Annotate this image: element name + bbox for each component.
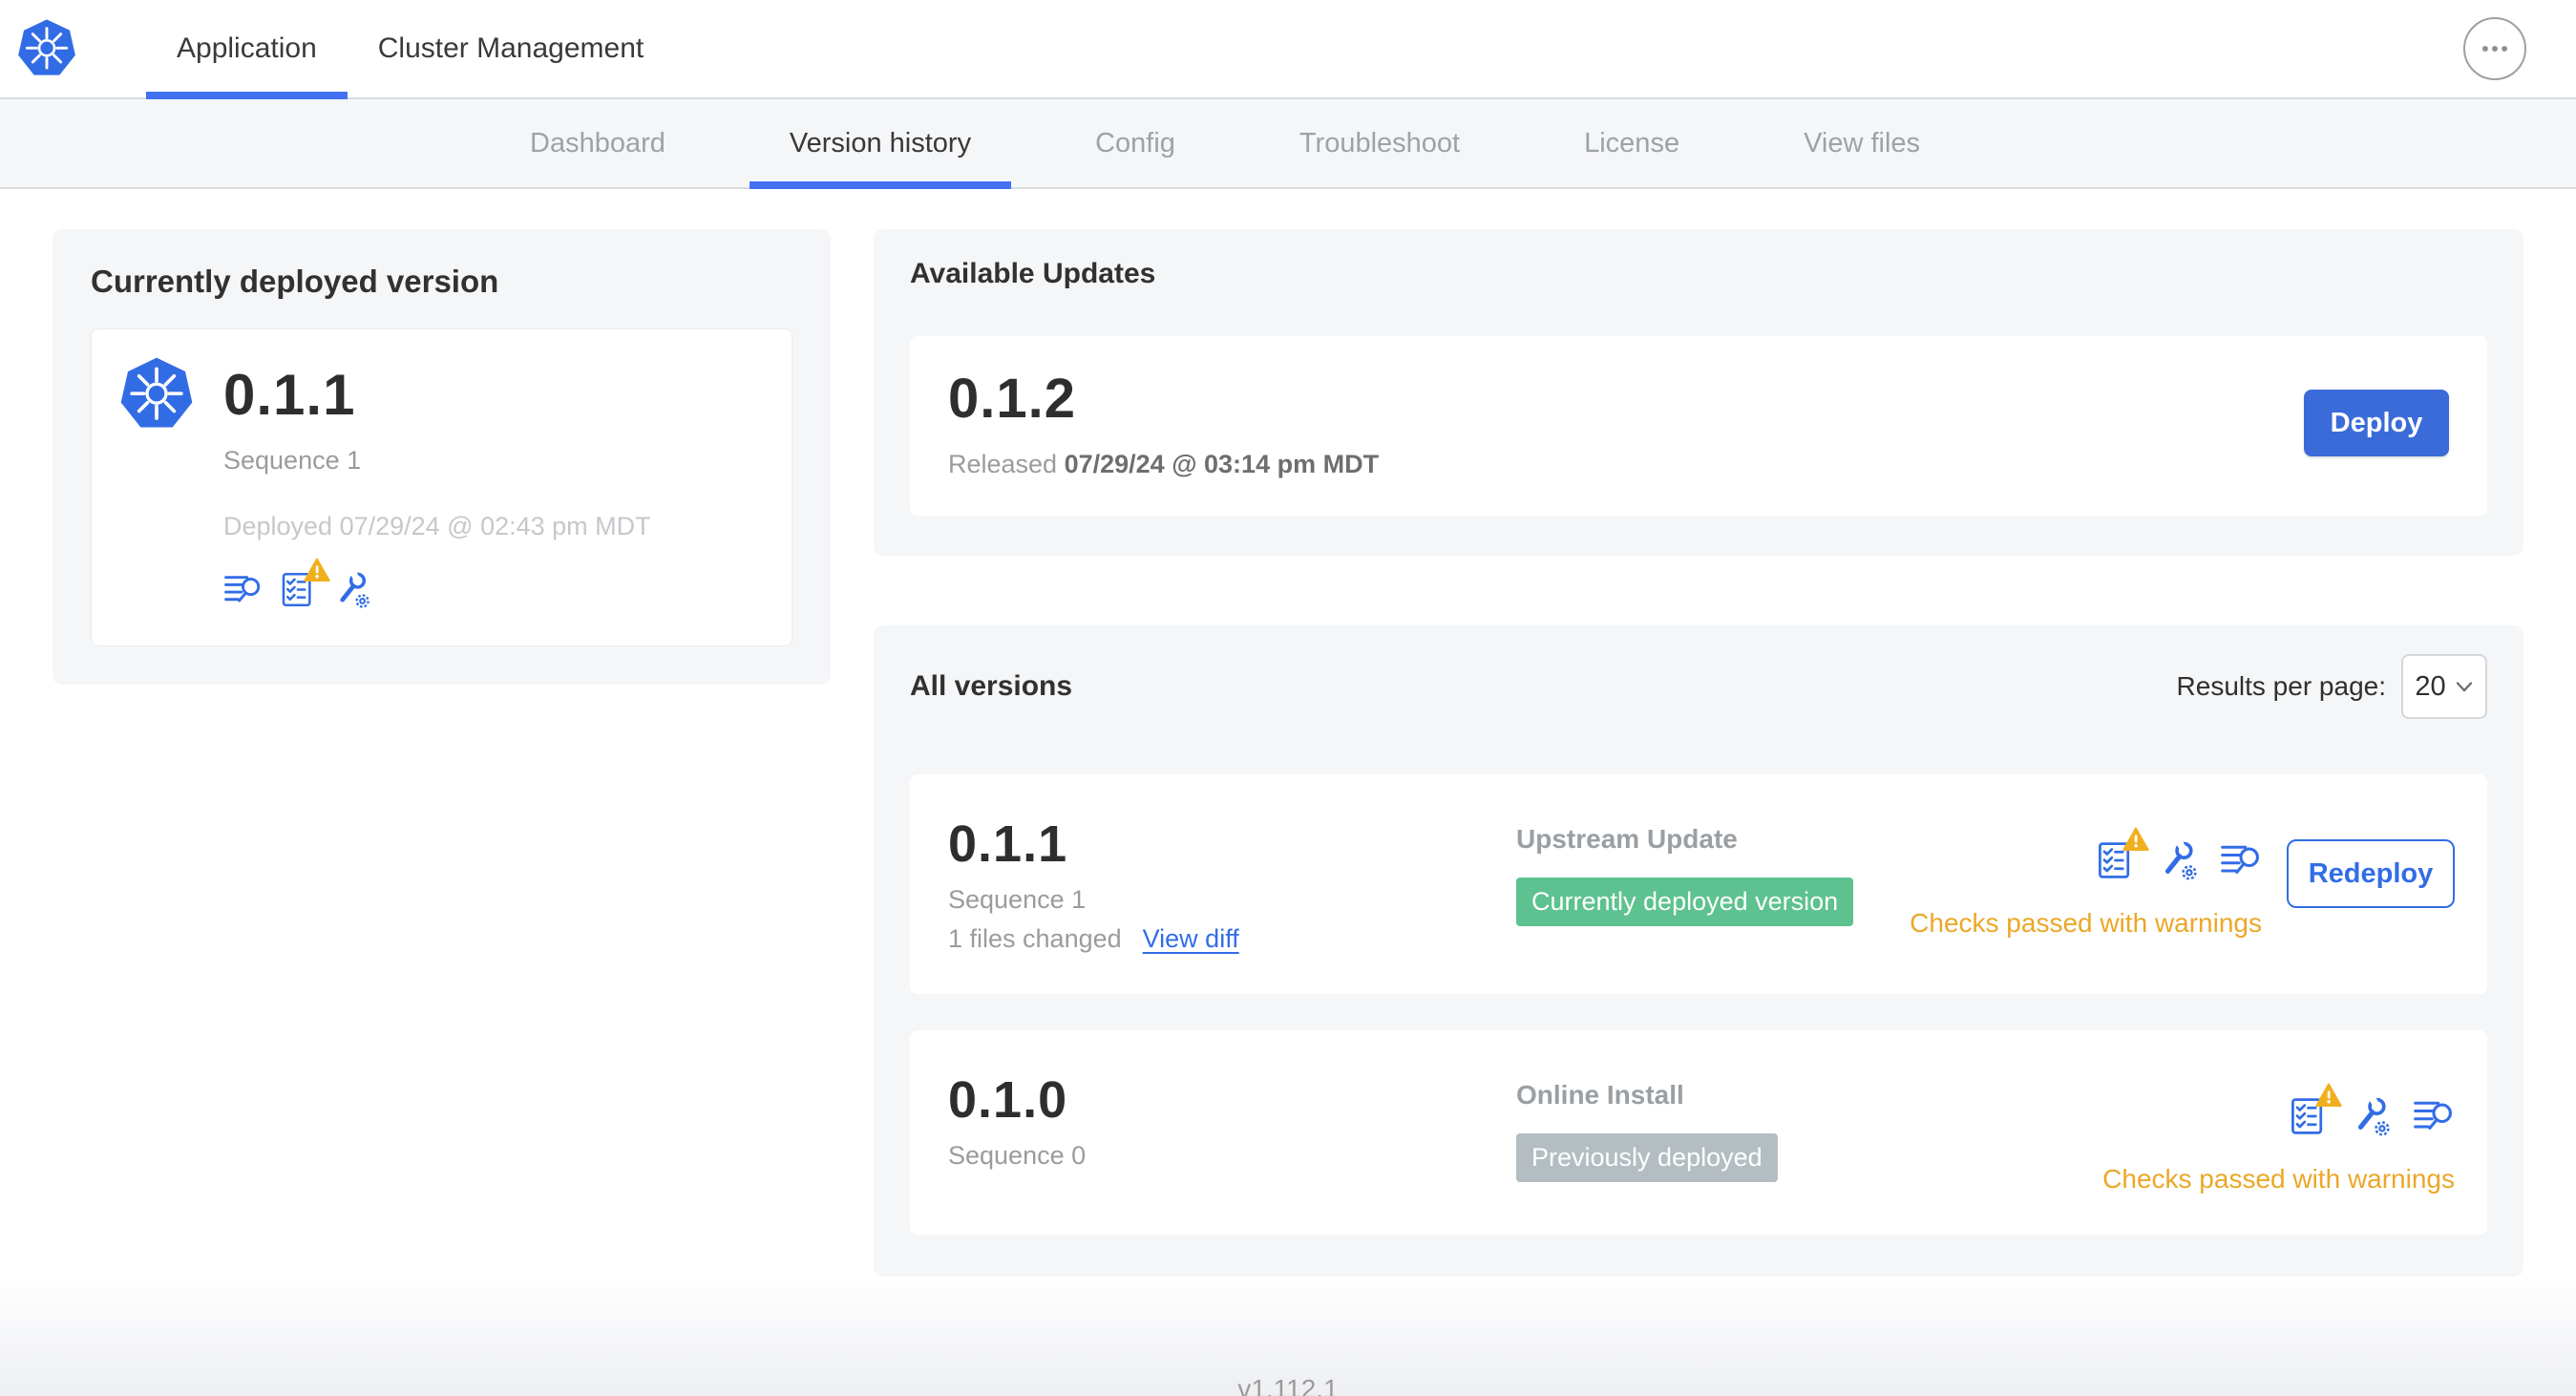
tab-application[interactable]: Application <box>146 0 348 99</box>
warning-triangle-icon <box>2315 1083 2342 1108</box>
update-released-date: Released 07/29/24 @ 03:14 pm MDT <box>948 450 1379 479</box>
deployed-version-card: 0.1.1 Sequence 1 Deployed 07/29/24 @ 02:… <box>91 328 792 646</box>
kubernetes-logo-glyph <box>118 356 195 433</box>
subnav-tab-version-history[interactable]: Version history <box>749 99 1012 189</box>
all-versions-header: All versions Results per page: 20 <box>910 654 2487 719</box>
sub-nav: Dashboard Version history Config Trouble… <box>0 99 2576 189</box>
deploy-logs-glyph <box>2413 1095 2455 1137</box>
available-updates-card: Available Updates 0.1.2 Released 07/29/2… <box>874 229 2523 556</box>
deploy-logs-icon[interactable] <box>2413 1095 2455 1137</box>
kubernetes-logo-icon <box>118 356 195 433</box>
subnav-tab-troubleshoot[interactable]: Troubleshoot <box>1259 99 1500 187</box>
version-info: 0.1.1 Sequence 1 1 files changed View di… <box>948 814 1516 954</box>
edit-config-glyph <box>2350 1095 2392 1137</box>
version-actions: Checks passed with warnings Redeploy <box>1910 839 2455 939</box>
warning-triangle-icon <box>2122 827 2149 852</box>
version-info: 0.1.0 Sequence 0 <box>948 1070 1516 1171</box>
files-changed-line: 1 files changed View diff <box>948 924 1516 954</box>
results-per-page-select[interactable]: 20 <box>2401 654 2487 719</box>
all-versions-card: All versions Results per page: 20 0.1.1 <box>874 625 2523 1277</box>
deployed-sequence: Sequence 1 <box>223 446 362 475</box>
deployed-date: Deployed 07/29/24 @ 02:43 pm MDT <box>223 512 651 540</box>
version-source: Upstream Update Currently deployed versi… <box>1516 824 1910 926</box>
update-version-number: 0.1.2 <box>948 368 1076 430</box>
row-icon-row <box>2094 839 2262 881</box>
warning-triangle-icon <box>304 558 330 582</box>
preflight-checks-icon[interactable] <box>278 570 317 609</box>
row-version-number: 0.1.1 <box>948 815 1068 873</box>
footer: v1.112.1 <box>0 1277 2576 1396</box>
version-source: Online Install Previously deployed <box>1516 1080 2102 1182</box>
redeploy-button[interactable]: Redeploy <box>2287 839 2455 908</box>
all-versions-title: All versions <box>910 670 1073 702</box>
deployed-version-meta: Sequence 1 Deployed 07/29/24 @ 02:43 pm … <box>223 446 761 609</box>
released-date: 07/29/24 @ 03:14 pm MDT <box>1064 450 1380 478</box>
deploy-logs-icon[interactable] <box>223 570 263 609</box>
preflight-checks-icon[interactable] <box>2094 839 2136 881</box>
overflow-menu-button[interactable] <box>2463 17 2526 80</box>
main-tabs: Application Cluster Management <box>146 0 674 99</box>
preflight-checks-icon[interactable] <box>2287 1095 2329 1137</box>
edit-config-icon[interactable] <box>332 570 371 609</box>
version-row-0.1.0: 0.1.0 Sequence 0 Online Install Previous… <box>910 1030 2487 1235</box>
version-actions: Checks passed with warnings <box>2102 1095 2455 1195</box>
deployed-version-row: 0.1.1 <box>118 356 761 433</box>
edit-config-glyph <box>332 570 371 609</box>
update-info: 0.1.2 Released 07/29/24 @ 03:14 pm MDT <box>948 367 1379 479</box>
edit-config-glyph <box>2157 839 2199 881</box>
update-row: 0.1.2 Released 07/29/24 @ 03:14 pm MDT D… <box>910 336 2487 516</box>
deployed-version-number: 0.1.1 <box>223 362 356 427</box>
row-icon-row <box>2287 1095 2455 1137</box>
deploy-button[interactable]: Deploy <box>2304 390 2449 456</box>
checks-status-text: Checks passed with warnings <box>2102 1164 2455 1194</box>
deploy-logs-icon[interactable] <box>2220 839 2262 881</box>
view-diff-link[interactable]: View diff <box>1143 924 1239 954</box>
console-version-text: v1.112.1 <box>1237 1374 1339 1396</box>
released-prefix: Released <box>948 450 1058 478</box>
kubernetes-logo-icon <box>16 18 77 79</box>
tab-cluster-management[interactable]: Cluster Management <box>348 0 674 97</box>
status-badge: Currently deployed version <box>1516 878 1854 926</box>
checks-column: Checks passed with warnings <box>1910 839 2262 939</box>
results-per-page-value: 20 <box>2415 670 2446 702</box>
checks-status-text: Checks passed with warnings <box>1910 908 2262 938</box>
kubernetes-logo-glyph <box>16 18 77 79</box>
status-badge: Previously deployed <box>1516 1133 1778 1182</box>
right-column: Available Updates 0.1.2 Released 07/29/2… <box>874 229 2523 1277</box>
results-per-page: Results per page: 20 <box>2177 654 2487 719</box>
subnav-tab-dashboard[interactable]: Dashboard <box>490 99 706 187</box>
row-version-number: 0.1.0 <box>948 1071 1068 1129</box>
checks-column: Checks passed with warnings <box>2102 1095 2455 1195</box>
deployed-icon-row <box>223 570 761 609</box>
deploy-logs-glyph <box>223 570 263 609</box>
available-updates-title: Available Updates <box>910 258 1156 289</box>
currently-deployed-title: Currently deployed version <box>91 264 499 299</box>
source-label: Upstream Update <box>1516 824 1738 854</box>
currently-deployed-card: Currently deployed version 0.1.1 Sequenc… <box>53 229 831 685</box>
row-sequence: Sequence 0 <box>948 1141 1087 1170</box>
app-root: Application Cluster Management Dashboard… <box>0 0 2576 1396</box>
edit-config-icon[interactable] <box>2350 1095 2392 1137</box>
deploy-logs-glyph <box>2220 839 2262 881</box>
main-content: Currently deployed version 0.1.1 Sequenc… <box>0 189 2576 1277</box>
subnav-tab-license[interactable]: License <box>1544 99 1720 187</box>
chevron-down-icon <box>2455 680 2474 693</box>
row-sequence: Sequence 1 <box>948 885 1087 914</box>
top-nav: Application Cluster Management <box>0 0 2576 99</box>
results-per-page-label: Results per page: <box>2176 671 2386 701</box>
files-changed-text: 1 files changed <box>948 924 1122 953</box>
version-rows: 0.1.1 Sequence 1 1 files changed View di… <box>910 774 2487 1235</box>
subnav-tab-config[interactable]: Config <box>1055 99 1215 187</box>
edit-config-icon[interactable] <box>2157 839 2199 881</box>
ellipsis-icon <box>2474 28 2516 70</box>
source-label: Online Install <box>1516 1080 1684 1110</box>
subnav-tab-view-files[interactable]: View files <box>1763 99 1960 187</box>
version-row-0.1.1: 0.1.1 Sequence 1 1 files changed View di… <box>910 774 2487 994</box>
